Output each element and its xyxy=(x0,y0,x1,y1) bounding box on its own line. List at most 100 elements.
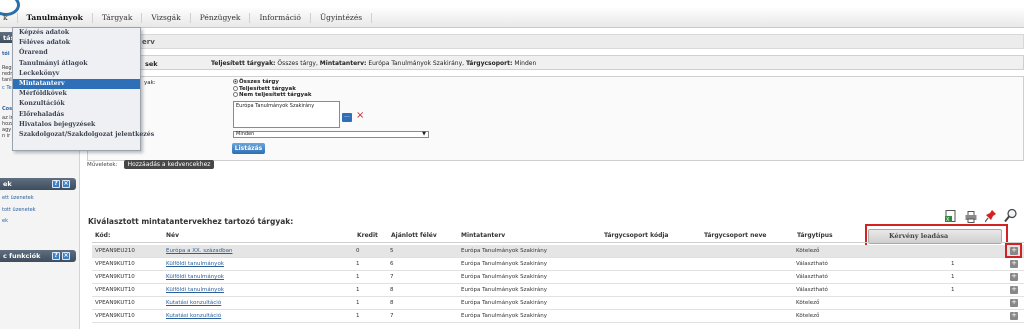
menu-item-szakdolgozat[interactable]: Szakdolgozat/Szakdolgozat jelentkezés xyxy=(13,130,154,140)
radio-option-not-completed[interactable]: Nem teljesített tárgyak xyxy=(233,92,311,99)
pin-icon[interactable] xyxy=(984,209,997,223)
cell-curriculum: Európa Tanulmányok Szakirány xyxy=(461,313,547,319)
close-icon[interactable]: × xyxy=(62,180,70,188)
cell-curriculum: Európa Tanulmányok Szakirány xyxy=(461,248,547,254)
filter-summary-label: sek xyxy=(145,60,158,68)
section-title: Kiválasztott mintatantervekhez tartozó t… xyxy=(88,217,294,226)
plus-icon[interactable]: + xyxy=(1010,286,1018,294)
messages-panel-header: ek ? × xyxy=(0,178,76,190)
menu-item-elorehaladas[interactable]: Előrehaladás xyxy=(13,110,140,120)
plus-icon[interactable]: + xyxy=(1010,273,1018,281)
curriculum-listbox[interactable]: Európa Tanulmányok Szakirány xyxy=(233,101,340,128)
sidebar-message-link[interactable]: ett üzenetek xyxy=(2,195,34,201)
help-icon[interactable]: ? xyxy=(52,180,60,188)
plus-icon[interactable]: + xyxy=(1010,299,1018,307)
page-title: erv xyxy=(142,38,155,46)
ellipsis-icon[interactable]: ... xyxy=(342,113,352,122)
close-icon[interactable]: × xyxy=(62,252,70,260)
filter-summary: Teljesített tárgyak: Összes tárgy, Minta… xyxy=(211,60,537,67)
table-row[interactable]: VPEAN9KUT10 Kutatási konzultáció 1 7 Eur… xyxy=(92,310,1024,323)
cell-curriculum: Európa Tanulmányok Szakirány xyxy=(461,274,547,280)
radio-button[interactable] xyxy=(233,85,238,91)
radio-button[interactable] xyxy=(233,79,238,84)
menu-item-hivatalos-bejegyzesek[interactable]: Hivatalos bejegyzések xyxy=(13,120,140,130)
cell-name-link[interactable]: Kutatási konzultáció xyxy=(166,313,221,319)
table-row[interactable]: VPEAN9KUT10 Külföldi tanulmányok 1 8 Eur… xyxy=(92,284,1024,297)
cell-type: Kötelező xyxy=(796,313,820,319)
column-header-code[interactable]: Kód: xyxy=(95,232,110,239)
cell-number: 1 xyxy=(951,287,955,293)
nav-item-targyak[interactable]: Tárgyak xyxy=(93,13,143,23)
cell-curriculum: Európa Tanulmányok Szakirány xyxy=(461,300,547,306)
cell-credit: 1 xyxy=(356,313,360,319)
menu-item-merfoldkovek[interactable]: Mérföldkövek xyxy=(13,89,140,99)
header-divider xyxy=(92,242,1024,243)
search-icon[interactable] xyxy=(1004,208,1018,223)
sidebar-link[interactable]: c Te xyxy=(2,85,12,91)
filter-form: yak: Összes tárgy Teljesített tárgyak Ne… xyxy=(87,76,1024,161)
functions-panel-header: c funkciók ? × xyxy=(0,250,76,262)
column-header-curriculum[interactable]: Mintatanterv xyxy=(461,232,505,239)
menu-item-leckekonyv[interactable]: Leckekönyv xyxy=(13,69,140,79)
cell-credit: 1 xyxy=(356,261,360,267)
print-icon[interactable] xyxy=(965,211,977,223)
help-icon[interactable]: ? xyxy=(52,252,60,260)
chevron-down-icon: ▼ xyxy=(422,131,426,137)
radio-button[interactable] xyxy=(233,92,238,97)
table-row[interactable]: VPEAN9KUT10 Kutatási konzultáció 1 8 Eur… xyxy=(92,297,1024,310)
nav-item-tanulmanyok[interactable]: Tanulmányok xyxy=(18,13,93,23)
table-row[interactable]: VPEAN9KUT10 Külföldi tanulmányok 1 6 Eur… xyxy=(92,258,1024,271)
table-row[interactable]: VPEAN9EU210 Európa a XX. században 0 5 E… xyxy=(92,245,1024,258)
cell-name-link[interactable]: Külföldi tanulmányok xyxy=(166,287,224,293)
tanulmanyok-dropdown-menu: Képzés adatok Féléves adatok Órarend Tan… xyxy=(12,27,154,151)
menu-item-mintatanterv[interactable]: Mintatanterv xyxy=(13,78,140,90)
cell-code: VPEAN9KUT10 xyxy=(95,261,135,267)
cell-credit: 0 xyxy=(356,248,360,254)
functions-panel-title: c funkciók xyxy=(3,252,41,260)
nav-item-penzugyek[interactable]: Pénzügyek xyxy=(191,13,251,23)
sidebar-message-link[interactable]: tott üzenetek xyxy=(2,207,36,213)
cell-credit: 1 xyxy=(356,274,360,280)
column-header-group-code[interactable]: Tárgycsoport kódja xyxy=(604,232,668,239)
menu-item-kepzes-adatok[interactable]: Képzés adatok xyxy=(13,28,140,38)
cell-number: 1 xyxy=(951,274,955,280)
excel-icon[interactable]: X xyxy=(945,210,957,223)
menu-item-konzultaciok[interactable]: Konzultációk xyxy=(13,99,140,109)
column-header-name[interactable]: Név xyxy=(166,232,179,239)
sidebar-message-link[interactable]: ek xyxy=(2,218,8,224)
filter-summary-bar[interactable]: sek Teljesített tárgyak: Összes tárgy, M… xyxy=(87,55,1024,70)
cell-code: VPEAN9KUT10 xyxy=(95,313,135,319)
cell-type: Kötelező xyxy=(796,248,820,254)
menu-item-orarend[interactable]: Órarend xyxy=(13,48,140,58)
actions-label: Műveletek: xyxy=(87,162,118,168)
plus-icon[interactable]: + xyxy=(1010,260,1018,268)
cell-name-link[interactable]: Külföldi tanulmányok xyxy=(166,261,224,267)
column-header-type[interactable]: Tárgytípus xyxy=(797,232,833,239)
plus-icon[interactable]: + xyxy=(1010,312,1018,320)
nav-item-partial[interactable]: k xyxy=(0,13,18,23)
nav-item-informacio[interactable]: Információ xyxy=(250,13,311,23)
nav-item-ugyintezes[interactable]: Ügyintézés xyxy=(311,13,373,23)
cell-name-link[interactable]: Kutatási konzultáció xyxy=(166,300,221,306)
svg-text:X: X xyxy=(946,217,950,223)
group-select[interactable]: Minden ▼ xyxy=(233,131,429,138)
sidebar-fragment: tói xyxy=(2,51,10,57)
menu-item-feleves-adatok[interactable]: Féléves adatok xyxy=(13,38,140,48)
cell-name-link[interactable]: Külföldi tanulmányok xyxy=(166,274,224,280)
nav-item-vizsgak[interactable]: Vizsgák xyxy=(142,13,191,23)
completion-radio-group: Összes tárgy Teljesített tárgyak Nem tel… xyxy=(233,79,311,99)
cross-icon[interactable]: × xyxy=(356,111,364,121)
table-row[interactable]: VPEAN9KUT10 Külföldi tanulmányok 1 7 Eur… xyxy=(92,271,1024,284)
cell-type: Választható xyxy=(796,287,828,293)
column-header-group-name[interactable]: Tárgycsoport neve xyxy=(704,232,766,239)
column-header-semester[interactable]: Ajánlott félév xyxy=(391,232,437,239)
menu-item-tanulmanyi-atlagok[interactable]: Tanulmányi átlagok xyxy=(13,59,140,69)
column-header-credit[interactable]: Kredit xyxy=(357,232,378,239)
cell-credit: 1 xyxy=(356,300,360,306)
add-to-favorites-button[interactable]: Hozzáadás a kedvencekhez xyxy=(124,160,214,169)
list-button[interactable]: Listázás xyxy=(232,143,265,154)
form-label: yak: xyxy=(144,80,156,86)
cell-name-link[interactable]: Európa a XX. században xyxy=(166,248,232,254)
cell-code: VPEAN9KUT10 xyxy=(95,287,135,293)
cell-semester: 6 xyxy=(390,261,394,267)
